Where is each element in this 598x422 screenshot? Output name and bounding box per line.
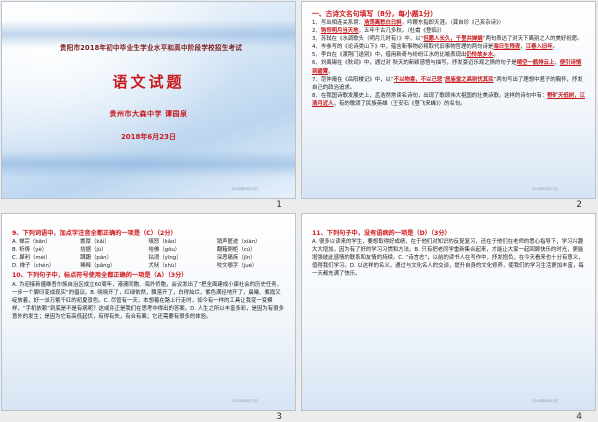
slide-thumbnail-1[interactable]: 贵阳市2018年初中毕业生学业水平和高中阶段学校招生考试 语文试题 贵州市大森中… [1, 1, 296, 210]
question-10-text: A. 为迎接新疆维吾尔族自治区成立60周年，港澳同胞、海外侨胞，会议发出了“把全… [12, 281, 284, 320]
slide-thumbnail-3[interactable]: 9、下列词语中，加点字注音全都正确的一项是（C）（2分） A. 禅宗（bǎn） 憨… [1, 213, 296, 422]
choice-item: C. 犀利（mèi） [12, 255, 51, 262]
question-text: 。 [552, 44, 559, 51]
answer-text: 居庙堂之高则忧其民 [445, 76, 494, 83]
school-author: 贵州市大森中学 谭园泉 [109, 110, 188, 118]
question-text: 。 [328, 68, 334, 75]
question-line: 8、在我国诗歌发展史上，孟浩然常读名诗句，出现了歌颂伟大祖国的壮美诗歌。这样的诗… [312, 92, 585, 108]
slide-date: 2018年6月23日 [120, 133, 177, 141]
question-text: 5、李白在《渡荆门送别》中，借用新奇与纷纷江水的比喻表现出 [312, 52, 467, 59]
question-text: 7、范仲淹在《岳阳楼记》中，以“ [312, 76, 394, 83]
question-line: 3、苏轼在《水调歌头（明月几时有）》中，以“但愿人长久，千里共婵娟”两句表达了对… [312, 35, 585, 43]
question-text: 4、岑参写的《论诗类山下》中，蕴含新事物必将取代旧事物哲理的两句诗是 [312, 44, 494, 51]
choice-item: 拮据（jù） [80, 247, 107, 254]
slide-canvas: 11、下列句子中，没有语病的一项是（D）（3分） A. 很多以读来的学生，要想取… [301, 213, 596, 411]
section-title: 一、古诗文名句填写（8分，每小题1分） [312, 10, 438, 18]
answer-text: 海日生残夜 [493, 44, 521, 51]
slide-canvas: 一、古诗文名句填写（8分，每小题1分） 1、写出相连关系境：浩荡离愁白日斜，吟鞭… [301, 1, 596, 199]
question-line: 4、岑参写的《论诗类山下》中，蕴含新事物必将取代旧事物哲理的两句诗是海日生残夜，… [312, 43, 585, 51]
question-text: ”两句表达了对天下离别之人的美好祝愿。 [482, 36, 583, 43]
question-text: 3、苏轼在《水调歌头（明月几时有）》中，以“ [312, 36, 424, 43]
choice-item: 咬文嚼字（jué） [216, 263, 258, 270]
slide-canvas: 9、下列词语中，加点字注音全都正确的一项是（C）（2分） A. 禅宗（bǎn） 憨… [1, 213, 296, 411]
choice-item: 深恶痛疾（jīn） [216, 255, 256, 262]
question-text: ，五年千古几多秋。（杜甫《登临》） [358, 28, 445, 35]
question-text: 2、 [312, 28, 321, 35]
choice-row: D. 禅子（chén） 稀释（pǎng） 犬吠（shù） 咬文嚼字（jué） [12, 262, 285, 270]
slide-thumbnail-2[interactable]: 一、古诗文名句填写（8分，每小题1分） 1、写出相连关系境：浩荡离愁白日斜，吟鞭… [301, 1, 596, 210]
question-11-title: 11、下列句子中，没有语病的一项是（D）（3分） [312, 230, 451, 237]
question-list: 1、写出相连关系境：浩荡离愁白日斜，吟鞭东指即天涯。（龚自珍《己亥杂诗》） 2、钩… [312, 19, 585, 108]
question-line: 6、刘禹锡在《秋词》中，通过对 秋天的新颖感悟与描写，抒发豪迈乐观之情的句子是晴… [312, 59, 585, 75]
answer-text: 仍怜故乡水 [466, 52, 494, 59]
question-text: ，有的歌颂了民族英雄（王安石《登飞来峰》）的名句。 [333, 100, 466, 107]
slide-number: 3 [276, 412, 282, 422]
slide-title: 语文试题 [112, 73, 185, 91]
choice-item: 销声匿迹（xiàn） [216, 239, 261, 246]
slide-footer: 2018年6月23日 [232, 187, 259, 191]
decorative-ribbon [2, 150, 295, 178]
choice-item: 蹒跚（pán） [80, 255, 112, 262]
choice-item: 拈须（yīng） [148, 255, 182, 262]
answer-text: 不以物喜，不以己悲 [393, 76, 443, 83]
answer-text: 晴空一鹤排云上 [516, 60, 555, 67]
choice-item: 嗔怒（kǎo） [148, 239, 180, 246]
choice-item: D. 禅子（chén） [12, 263, 55, 270]
question-line: 7、范仲淹在《岳阳楼记》中，以“不以物喜，不以己悲”居庙堂之高则忧其民”两句写出… [312, 76, 585, 92]
slide-thumbnail-4[interactable]: 11、下列句子中，没有语病的一项是（D）（3分） A. 很多以读来的学生，要想取… [301, 213, 596, 422]
answer-text: 江春入旧年 [525, 44, 553, 51]
answer-text: 野旷天低树， [547, 92, 580, 99]
question-line: 5、李白在《渡荆门送别》中，借用新奇与纷纷江水的比喻表现出仍怜故乡水。 [312, 51, 585, 59]
choice-row: A. 禅宗（bǎn） 憨厚（kǎi） 嗔怒（kǎo） 销声匿迹（xiàn） [12, 238, 285, 246]
slide-footer: 2018年6月23日 [532, 187, 559, 191]
question-text: 1、写出相连关系境： [312, 20, 364, 26]
question-9-title: 9、下列词语中，加点字注音全都正确的一项是（C）（2分） [12, 230, 177, 237]
slide-number: 4 [576, 412, 582, 422]
question-line: 2、钩帘明月当天地，五年千古几多秋。（杜甫《登临》） [312, 27, 585, 35]
choice-item: A. 禅宗（bǎn） [12, 239, 51, 246]
question-block: 11、下列句子中，没有语病的一项是（D）（3分） A. 很多以读来的学生，要想取… [312, 230, 585, 279]
choice-item: 翻箱倒柜（cú） [216, 247, 256, 254]
exam-header: 贵阳市2018年初中毕业生学业水平和高中阶段学校招生考试 [59, 44, 243, 52]
choice-row: C. 犀利（mèi） 蹒跚（pán） 拈须（yīng） 深恶痛疾（jīn） [12, 254, 285, 262]
question-block: 9、下列词语中，加点字注音全都正确的一项是（C）（2分） A. 禅宗（bǎn） 憨… [12, 230, 285, 321]
answer-text: 但愿人长久，千里共婵娟 [423, 36, 483, 43]
choice-item: B. 祈祷（yè） [12, 247, 48, 254]
slide-footer: 2018年6月23日 [532, 399, 559, 403]
slide-number: 1 [276, 200, 282, 210]
slide-number: 2 [576, 200, 582, 210]
slide-footer: 2018年6月23日 [232, 399, 259, 403]
question-text: 6、刘禹锡在《秋词》中，通过对 秋天的新颖感悟与描写，抒发豪迈乐观之情的句子是 [312, 60, 517, 67]
question-11-text: A. 很多以读来的学生，要想取得好成绩，在于他们对知识的反复复习，还在于他们在老… [312, 239, 584, 278]
question-text: 8、在我国诗歌发展史上，孟浩然常读名诗句，出现了歌颂伟大祖国的壮美诗歌。这样的诗… [312, 92, 548, 99]
choice-row: B. 祈祷（yè） 拮据（jù） 哈佛（gǒu） 翻箱倒柜（cú） [12, 246, 285, 254]
question-text: 。 [493, 52, 499, 59]
slide-canvas: 贵阳市2018年初中毕业生学业水平和高中阶段学校招生考试 语文试题 贵州市大森中… [1, 1, 296, 199]
question-9-choices: A. 禅宗（bǎn） 憨厚（kǎi） 嗔怒（kǎo） 销声匿迹（xiàn） B. 祈祷（… [12, 238, 285, 270]
answer-text: 钩帘明月当天地 [320, 28, 359, 35]
question-10-title: 10、下列句子中，标点符号使用全都正确的一项是（A）（3分） [12, 272, 188, 280]
answer-text: 浩荡离愁白日斜 [363, 20, 402, 26]
choice-item: 哈佛（gǒu） [148, 247, 181, 254]
question-text: ，吟鞭东指即天涯。（龚自珍《己亥杂诗》） [401, 20, 505, 26]
choice-item: 稀释（pǎng） [80, 263, 116, 270]
question-line: 1、写出相连关系境：浩荡离愁白日斜，吟鞭东指即天涯。（龚自珍《己亥杂诗》） [312, 19, 585, 27]
choice-item: 犬吠（shù） [148, 263, 180, 270]
choice-item: 憨厚（kǎi） [80, 239, 110, 246]
